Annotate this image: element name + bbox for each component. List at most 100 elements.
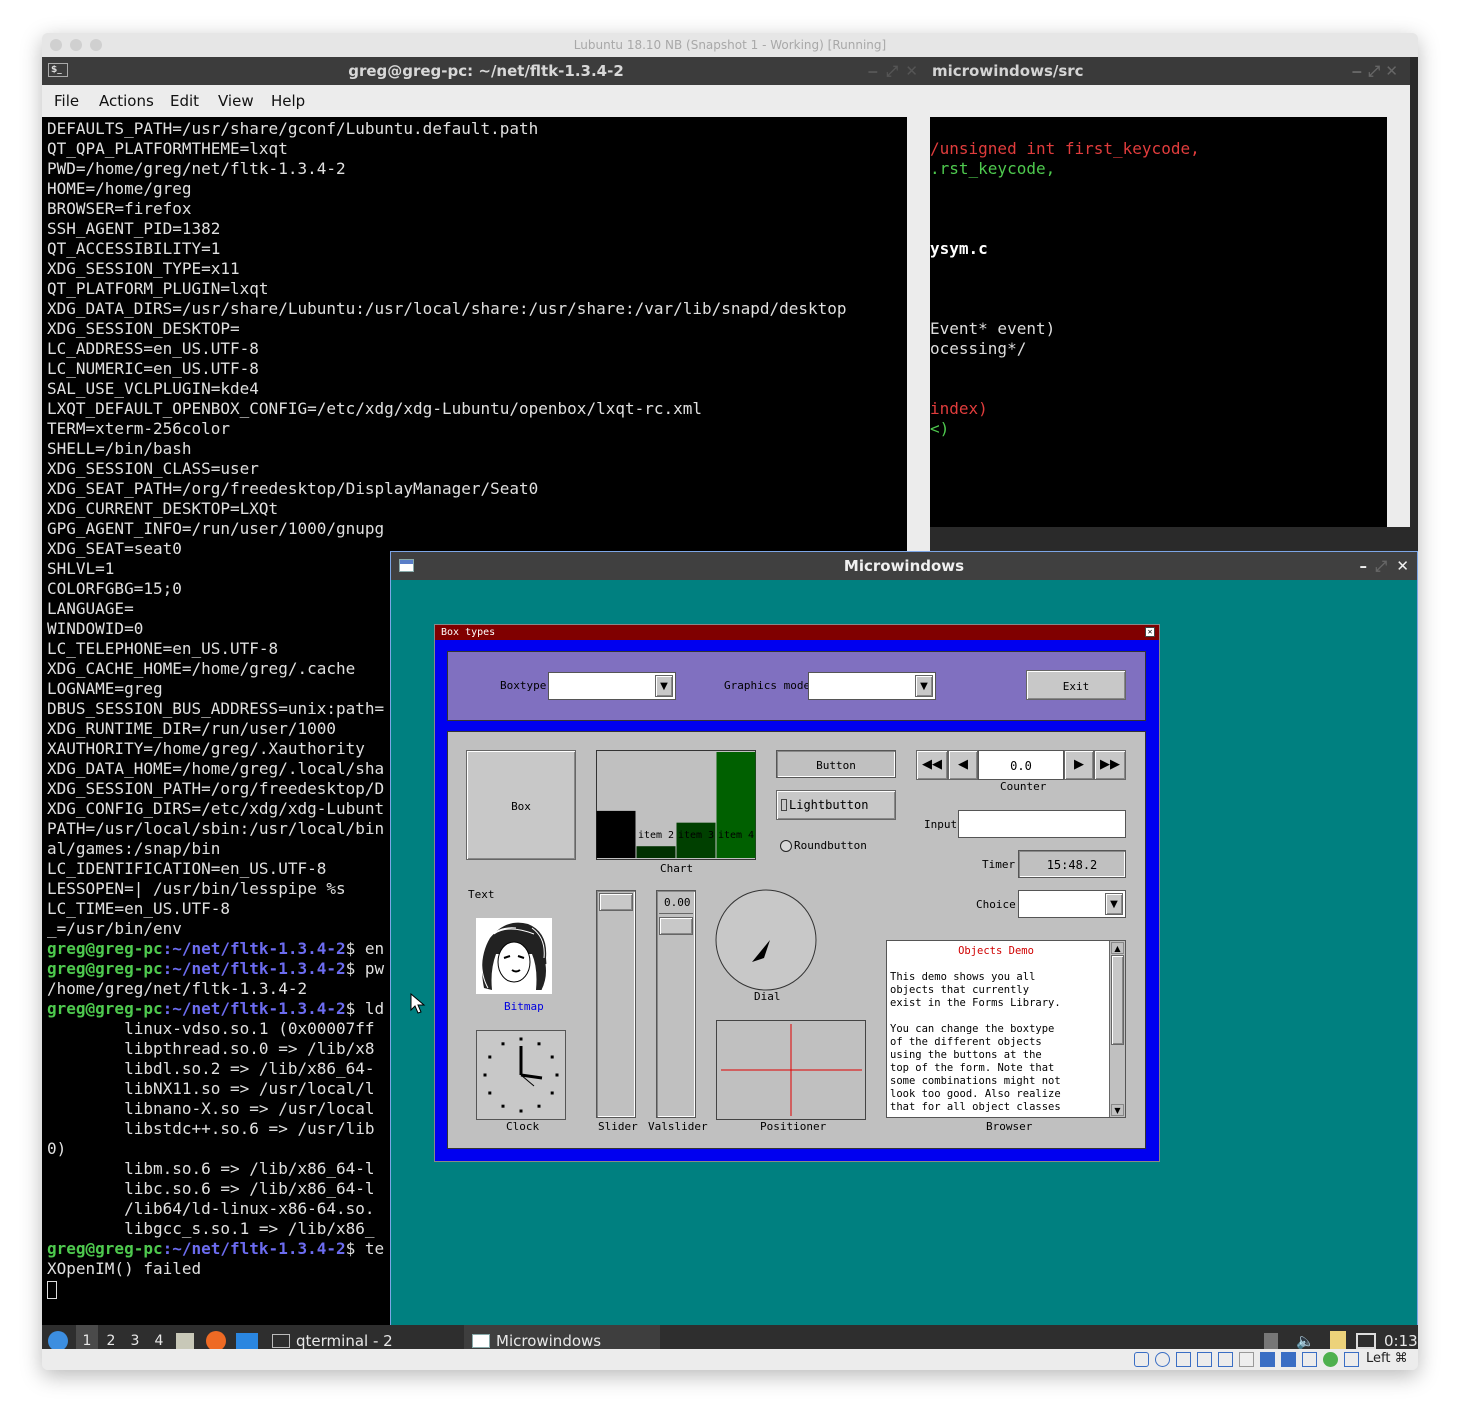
exit-button[interactable]: Exit [1026,670,1126,700]
browser-line: top of the form. Note that [890,1062,1055,1074]
step-back-icon[interactable]: ◀ [948,750,978,780]
close-icon[interactable]: ✕ [1385,57,1398,85]
menu-help[interactable]: Help [271,92,305,110]
code-line: Event* event) [930,319,1056,338]
code-line: ysym.c [930,239,988,258]
scroll-thumb[interactable] [1111,955,1124,1045]
positioner-object[interactable] [716,1020,866,1120]
scroll-down-icon[interactable]: ▼ [1111,1104,1124,1116]
light-button[interactable]: Lightbutton [776,790,896,820]
display-settings-icon[interactable] [1260,1352,1275,1367]
clipboard-icon[interactable] [1330,1331,1346,1351]
browser-line: You can change the boxtype [890,1023,1055,1035]
browser-line: look too good. Also realize [890,1088,1061,1100]
terminal-back-body[interactable]: /unsigned int first_keycode, .rst_keycod… [930,117,1387,527]
clock-tick [537,1042,541,1046]
browser-object[interactable]: Objects Demo This demo shows you all objec… [886,940,1126,1118]
env-line: TERM=xterm-256color [47,419,231,438]
menu-edit[interactable]: Edit [170,92,199,110]
usb-icon[interactable] [1218,1352,1233,1367]
env-line: PWD=/home/greg/net/fltk-1.3.4-2 [47,159,346,178]
fast-forward-icon[interactable]: ▶▶ [1094,750,1126,780]
menu-actions[interactable]: Actions [99,92,154,110]
guest-additions-icon[interactable] [1323,1352,1338,1367]
clock-tick [519,1037,523,1041]
maximize-icon[interactable]: ⤢ [1368,57,1380,85]
minimize-icon[interactable]: ‒ [868,57,878,85]
dial-object[interactable] [714,888,818,992]
browser-line: that for all object classes [890,1101,1061,1113]
clock-tick [519,1109,523,1113]
microwindows-window[interactable]: Microwindows – ⤢ ✕ Box types ✕ Boxtype ▼… [390,551,1418,1351]
display-icon[interactable] [1356,1333,1376,1349]
boxtype-select[interactable]: ▼ [548,672,676,700]
chart-bar [636,846,676,858]
radio-circle-icon[interactable] [780,840,792,852]
menu-file[interactable]: File [54,92,79,110]
terminal-back-titlebar[interactable]: microwindows/src ‒ ⤢ ✕ [930,57,1410,85]
text-cursor [47,1280,57,1299]
terminal-titlebar[interactable]: $_ greg@greg-pc: ~/net/fltk-1.3.4-2 ‒ ⤢ … [42,57,930,85]
chevron-down-icon[interactable]: ▼ [915,675,933,697]
maximize-icon[interactable]: ⤢ [1375,552,1387,580]
terminal-app-icon: $_ [48,63,68,77]
terminal-window-back[interactable]: microwindows/src ‒ ⤢ ✕ /unsigned int fir… [930,57,1410,527]
microwindows-titlebar[interactable]: Microwindows – ⤢ ✕ [391,552,1417,580]
counter[interactable]: ◀◀ ◀ 0.0 ▶ ▶▶ [916,750,1128,780]
clock-tick [483,1073,487,1077]
menu-view[interactable]: View [218,92,254,110]
network-icon[interactable] [1197,1352,1212,1367]
env-line: GPG_AGENT_INFO=/run/user/1000/gnupg [47,519,385,538]
keyboard-capture-icon[interactable] [1344,1352,1359,1367]
round-button[interactable]: Roundbutton [780,838,910,856]
chevron-down-icon[interactable]: ▼ [655,675,673,697]
code-line: <) [930,419,950,438]
cpu-icon[interactable] [1302,1352,1317,1367]
close-traffic-light[interactable] [50,39,62,51]
text-input[interactable] [958,810,1126,838]
volume-icon[interactable]: 🔈 [1296,1332,1315,1350]
slider-handle[interactable] [599,893,633,911]
browser-line: exist in the Forms Library. [890,997,1061,1009]
desktop-icon[interactable] [236,1333,258,1349]
maximize-icon[interactable]: ⤢ [886,57,898,85]
form-close-icon[interactable]: ✕ [1145,627,1155,637]
terminal-back-scrollbar[interactable] [1387,117,1410,527]
browser-scrollbar[interactable]: ▲ ▼ [1109,941,1125,1117]
value-slider[interactable]: 0.00 [656,890,696,1118]
push-button[interactable]: Button [776,750,896,778]
scroll-up-icon[interactable]: ▲ [1111,942,1124,954]
recording-icon[interactable] [1281,1352,1296,1367]
hdd-icon[interactable] [1134,1352,1149,1367]
graphics-mode-label: Graphics mode [724,679,811,692]
zoom-traffic-light[interactable] [90,39,102,51]
fast-rewind-icon[interactable]: ◀◀ [916,750,948,780]
chart-category-label: item 2 [638,830,674,841]
vertical-slider[interactable] [596,890,636,1118]
valslider-handle[interactable] [659,917,693,935]
eject-icon[interactable] [1264,1333,1278,1349]
graphics-mode-select[interactable]: ▼ [808,672,936,700]
close-icon[interactable]: ✕ [1396,552,1409,580]
env-line: LC_NUMERIC=en_US.UTF-8 [47,359,259,378]
firefox-icon[interactable] [206,1331,226,1351]
choice-select[interactable]: ▼ [1018,890,1126,918]
taskbar-clock: 0:13 [1384,1332,1418,1350]
boxtype-label: Boxtype [500,679,547,692]
terminal-title: greg@greg-pc: ~/net/fltk-1.3.4-2 [348,62,624,80]
step-forward-icon[interactable]: ▶ [1064,750,1094,780]
chevron-down-icon[interactable]: ▼ [1105,893,1123,915]
clock-label: Clock [506,1120,540,1133]
shared-folder-icon[interactable] [1239,1352,1254,1367]
timer-label: Timer [982,858,1016,871]
audio-icon[interactable] [1176,1352,1191,1367]
box-types-form: Box types ✕ Boxtype ▼ Graphics mode ▼ Ex… [434,624,1160,1162]
file-manager-icon[interactable] [176,1333,194,1349]
minimize-traffic-light[interactable] [70,39,82,51]
minimize-icon[interactable]: – [1360,552,1368,580]
start-menu-icon[interactable] [48,1331,68,1351]
close-icon[interactable]: ✕ [905,57,918,85]
minimize-icon[interactable]: ‒ [1352,57,1362,85]
optical-drive-icon[interactable] [1155,1352,1170,1367]
chart-caption: Chart [660,862,694,875]
